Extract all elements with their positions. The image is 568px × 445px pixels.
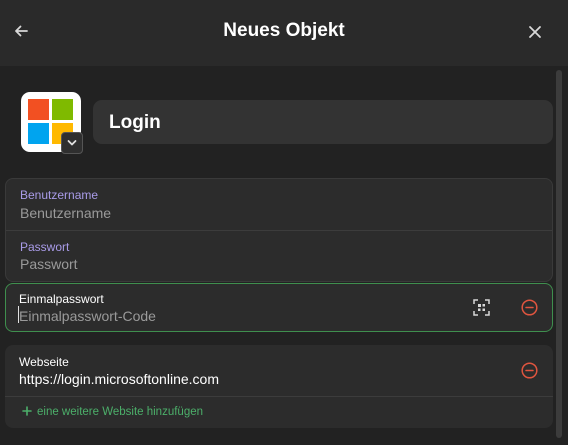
credentials-card: Benutzername Benutzername Passwort Passw… bbox=[5, 178, 553, 282]
add-website-label: eine weitere Website hinzufügen bbox=[37, 406, 204, 418]
username-field[interactable]: Benutzername Benutzername bbox=[6, 179, 552, 230]
website-label: Webseite bbox=[19, 355, 69, 369]
password-field[interactable]: Passwort Passwort bbox=[6, 231, 552, 282]
minus-circle-icon bbox=[520, 361, 538, 379]
username-label: Benutzername bbox=[20, 188, 99, 202]
remove-otp-button[interactable] bbox=[518, 296, 540, 318]
otp-input[interactable]: Einmalpasswort-Code bbox=[19, 308, 156, 324]
scan-qr-button[interactable] bbox=[470, 296, 492, 318]
logo-dropdown-button[interactable] bbox=[61, 132, 83, 154]
website-input[interactable]: https://login.microsoftonline.com bbox=[19, 371, 219, 387]
chevron-down-icon bbox=[67, 140, 77, 146]
scrollbar[interactable] bbox=[556, 70, 562, 438]
divider bbox=[5, 396, 553, 397]
header-bar: Neues Objekt bbox=[0, 0, 568, 66]
close-icon bbox=[529, 26, 541, 38]
password-label: Passwort bbox=[20, 240, 70, 254]
page-title: Neues Objekt bbox=[223, 20, 345, 41]
add-website-link[interactable]: eine weitere Website hinzufügen bbox=[22, 406, 203, 418]
text-caret bbox=[18, 306, 19, 323]
remove-website-button[interactable] bbox=[518, 359, 540, 381]
username-input[interactable]: Benutzername bbox=[20, 205, 111, 221]
plus-icon bbox=[22, 406, 32, 416]
minus-circle-icon bbox=[520, 298, 538, 316]
close-button[interactable] bbox=[524, 21, 546, 43]
website-field[interactable]: Webseite https://login.microsoftonline.c… bbox=[5, 345, 553, 395]
password-input[interactable]: Passwort bbox=[20, 256, 78, 272]
item-title-input[interactable]: Login bbox=[93, 100, 553, 144]
qr-scan-icon bbox=[472, 298, 490, 316]
otp-label: Einmalpasswort bbox=[19, 292, 104, 306]
